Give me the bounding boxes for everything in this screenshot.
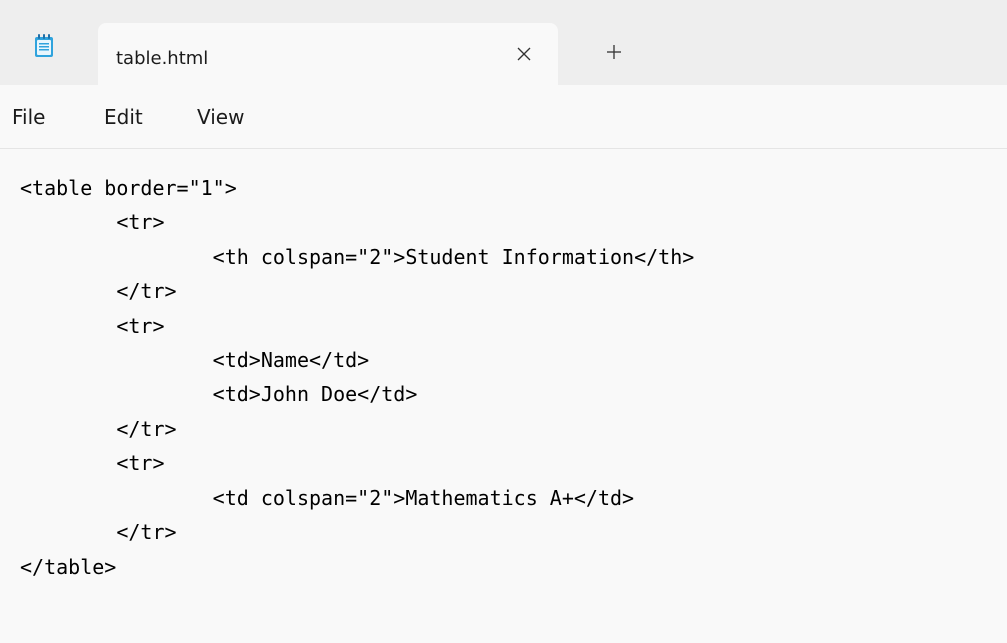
menu-edit[interactable]: Edit [104, 105, 143, 129]
code-line: <tr> [20, 314, 165, 338]
close-icon[interactable] [508, 38, 540, 70]
menu-file[interactable]: File [12, 105, 45, 129]
code-line: <tr> [20, 451, 165, 475]
menu-bar: File Edit View [0, 85, 1007, 149]
menu-view[interactable]: View [197, 105, 244, 129]
code-line: </tr> [20, 279, 177, 303]
tab-table-html[interactable]: table.html [98, 23, 558, 85]
code-line: <table border="1"> [20, 176, 237, 200]
code-line: </tr> [20, 417, 177, 441]
code-line: </table> [20, 555, 117, 579]
code-line: <tr> [20, 210, 165, 234]
notepad-icon [34, 34, 54, 58]
code-line: <td>John Doe</td> [20, 382, 418, 406]
code-line: <th colspan="2">Student Information</th> [20, 245, 695, 269]
text-editor[interactable]: <table border="1"> <tr> <th colspan="2">… [0, 149, 1007, 643]
tab-title: table.html [116, 48, 209, 69]
code-line: </tr> [20, 520, 177, 544]
code-line: <td>Name</td> [20, 348, 370, 372]
code-line: <td colspan="2">Mathematics A+</td> [20, 486, 635, 510]
title-bar: table.html [0, 0, 1007, 85]
new-tab-icon[interactable] [598, 36, 630, 68]
